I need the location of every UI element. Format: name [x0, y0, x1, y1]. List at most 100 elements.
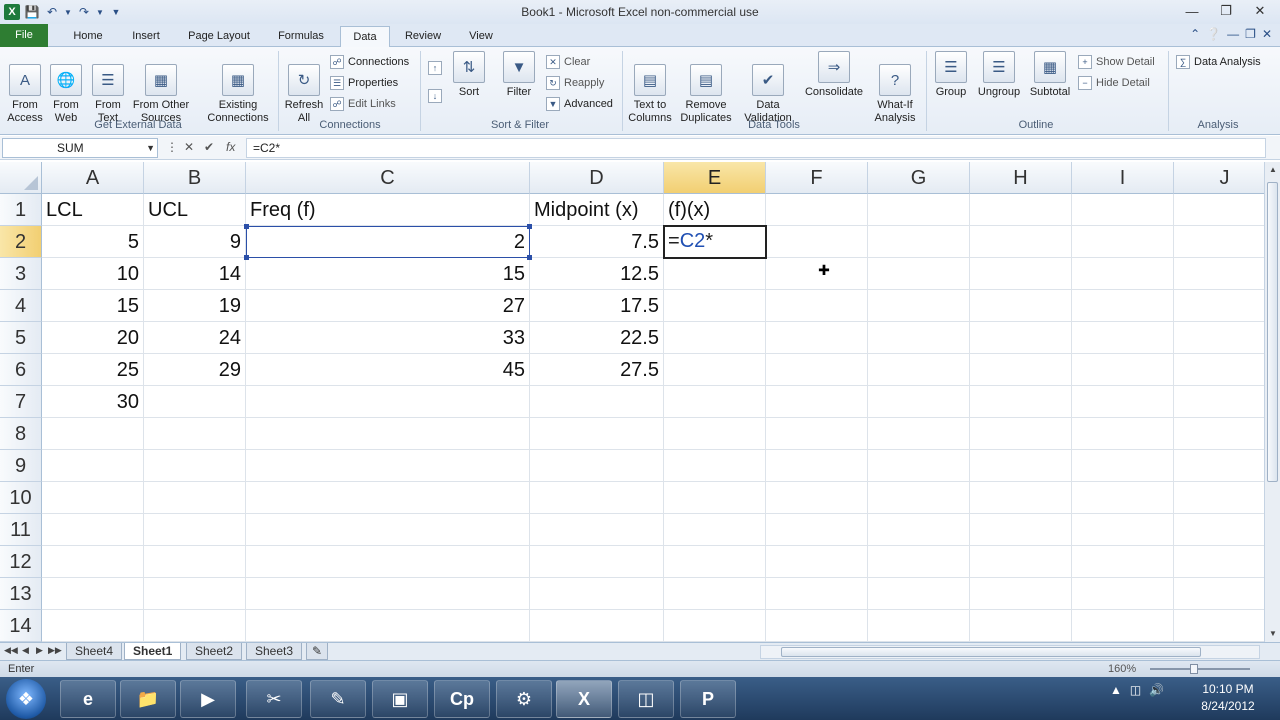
cell-j3[interactable]	[1174, 258, 1264, 290]
cell-i8[interactable]	[1072, 418, 1174, 450]
cell-i12[interactable]	[1072, 546, 1174, 578]
cell-i3[interactable]	[1072, 258, 1174, 290]
cell-c8[interactable]	[246, 418, 530, 450]
cell-j12[interactable]	[1174, 546, 1264, 578]
from-web-button[interactable]: 🌐 From Web	[48, 51, 84, 125]
cell-i14[interactable]	[1072, 610, 1174, 642]
cell-c13[interactable]	[246, 578, 530, 610]
select-all-button[interactable]	[0, 162, 42, 194]
cell-j9[interactable]	[1174, 450, 1264, 482]
cell-c14[interactable]	[246, 610, 530, 642]
cell-h13[interactable]	[970, 578, 1072, 610]
clear-filter-button[interactable]: ✕ Clear	[546, 53, 590, 71]
reference-resize-handle[interactable]	[527, 255, 532, 260]
taskbar-snipping-tool[interactable]: ✂	[246, 680, 302, 718]
cell-j1[interactable]	[1174, 194, 1264, 226]
cell-g5[interactable]	[868, 322, 970, 354]
cell-h3[interactable]	[970, 258, 1072, 290]
cell-j8[interactable]	[1174, 418, 1264, 450]
cell-d12[interactable]	[530, 546, 664, 578]
cell-i2[interactable]	[1072, 226, 1174, 258]
hide-detail-button[interactable]: − Hide Detail	[1078, 74, 1150, 92]
tab-review[interactable]: Review	[396, 26, 450, 47]
cell-i1[interactable]	[1072, 194, 1174, 226]
active-cell-e2[interactable]: =C2*	[663, 225, 767, 259]
cell-d13[interactable]	[530, 578, 664, 610]
column-header-a[interactable]: A	[42, 162, 144, 194]
row-header-3[interactable]: 3	[0, 258, 42, 290]
taskbar-powerpoint[interactable]: P	[680, 680, 736, 718]
column-header-j[interactable]: J	[1174, 162, 1264, 194]
cell-b10[interactable]	[144, 482, 246, 514]
cell-d11[interactable]	[530, 514, 664, 546]
close-window-button[interactable]: ✕	[1246, 2, 1274, 20]
cell-b12[interactable]	[144, 546, 246, 578]
sheet-tab-sheet1[interactable]: Sheet1	[124, 643, 182, 660]
consolidate-button[interactable]: ⇒ Consolidate	[802, 51, 866, 99]
restore-button[interactable]: ❐	[1212, 2, 1240, 20]
cell-j10[interactable]	[1174, 482, 1264, 514]
row-header-8[interactable]: 8	[0, 418, 42, 450]
cell-j11[interactable]	[1174, 514, 1264, 546]
cell-d3[interactable]: 12.5	[530, 258, 664, 290]
formula-menu-icon[interactable]: ⋮	[166, 140, 178, 154]
cell-g1[interactable]	[868, 194, 970, 226]
cell-b8[interactable]	[144, 418, 246, 450]
cell-e9[interactable]	[664, 450, 766, 482]
cell-g3[interactable]	[868, 258, 970, 290]
cell-c4[interactable]: 27	[246, 290, 530, 322]
cell-g13[interactable]	[868, 578, 970, 610]
cell-i6[interactable]	[1072, 354, 1174, 386]
cell-a10[interactable]	[42, 482, 144, 514]
cell-b5[interactable]: 24	[144, 322, 246, 354]
row-header-9[interactable]: 9	[0, 450, 42, 482]
row-header-11[interactable]: 11	[0, 514, 42, 546]
cell-i13[interactable]	[1072, 578, 1174, 610]
scroll-down-icon[interactable]: ▼	[1265, 626, 1280, 642]
next-sheet-icon[interactable]: ▶	[36, 645, 43, 656]
cell-g12[interactable]	[868, 546, 970, 578]
cell-c12[interactable]	[246, 546, 530, 578]
cell-h5[interactable]	[970, 322, 1072, 354]
formula-input[interactable]: =C2*	[246, 138, 1266, 158]
row-header-6[interactable]: 6	[0, 354, 42, 386]
cell-d9[interactable]	[530, 450, 664, 482]
refresh-all-button[interactable]: ↻ Refresh All	[282, 51, 326, 125]
zoom-level[interactable]: 160%	[1108, 663, 1136, 675]
cell-d5[interactable]: 22.5	[530, 322, 664, 354]
cell-f10[interactable]	[766, 482, 868, 514]
properties-button[interactable]: ☰ Properties	[330, 74, 398, 92]
from-text-button[interactable]: ☰ From Text	[90, 51, 126, 125]
cell-f7[interactable]	[766, 386, 868, 418]
minimize-ribbon-icon[interactable]: ⌃	[1190, 27, 1200, 41]
sort-a-to-z-button[interactable]: ↑	[428, 59, 442, 77]
reference-resize-handle[interactable]	[527, 224, 532, 229]
cell-f14[interactable]	[766, 610, 868, 642]
cell-a7[interactable]: 30	[42, 386, 144, 418]
horizontal-scroll-thumb[interactable]	[781, 647, 1201, 657]
cell-f12[interactable]	[766, 546, 868, 578]
cancel-entry-icon[interactable]: ✕	[184, 140, 194, 154]
volume-icon[interactable]: 🔊	[1149, 683, 1164, 697]
cell-c3[interactable]: 15	[246, 258, 530, 290]
subtotal-button[interactable]: ▦ Subtotal	[1026, 51, 1074, 99]
sort-button[interactable]: ⇅ Sort	[452, 51, 486, 99]
taskbar-app-10[interactable]: ◫	[618, 680, 674, 718]
cell-j4[interactable]	[1174, 290, 1264, 322]
cell-i11[interactable]	[1072, 514, 1174, 546]
row-header-14[interactable]: 14	[0, 610, 42, 642]
cell-g6[interactable]	[868, 354, 970, 386]
cell-b3[interactable]: 14	[144, 258, 246, 290]
cell-a13[interactable]	[42, 578, 144, 610]
cell-j7[interactable]	[1174, 386, 1264, 418]
cell-f11[interactable]	[766, 514, 868, 546]
from-access-button[interactable]: A From Access	[6, 51, 44, 125]
cell-a2[interactable]: 5	[42, 226, 144, 258]
cell-g14[interactable]	[868, 610, 970, 642]
group-button[interactable]: ☰ Group	[930, 51, 972, 99]
start-button[interactable]: ❖	[6, 679, 46, 719]
horizontal-scrollbar[interactable]	[760, 645, 1260, 659]
row-header-1[interactable]: 1	[0, 194, 42, 226]
column-header-b[interactable]: B	[144, 162, 246, 194]
tab-home[interactable]: Home	[62, 26, 114, 47]
